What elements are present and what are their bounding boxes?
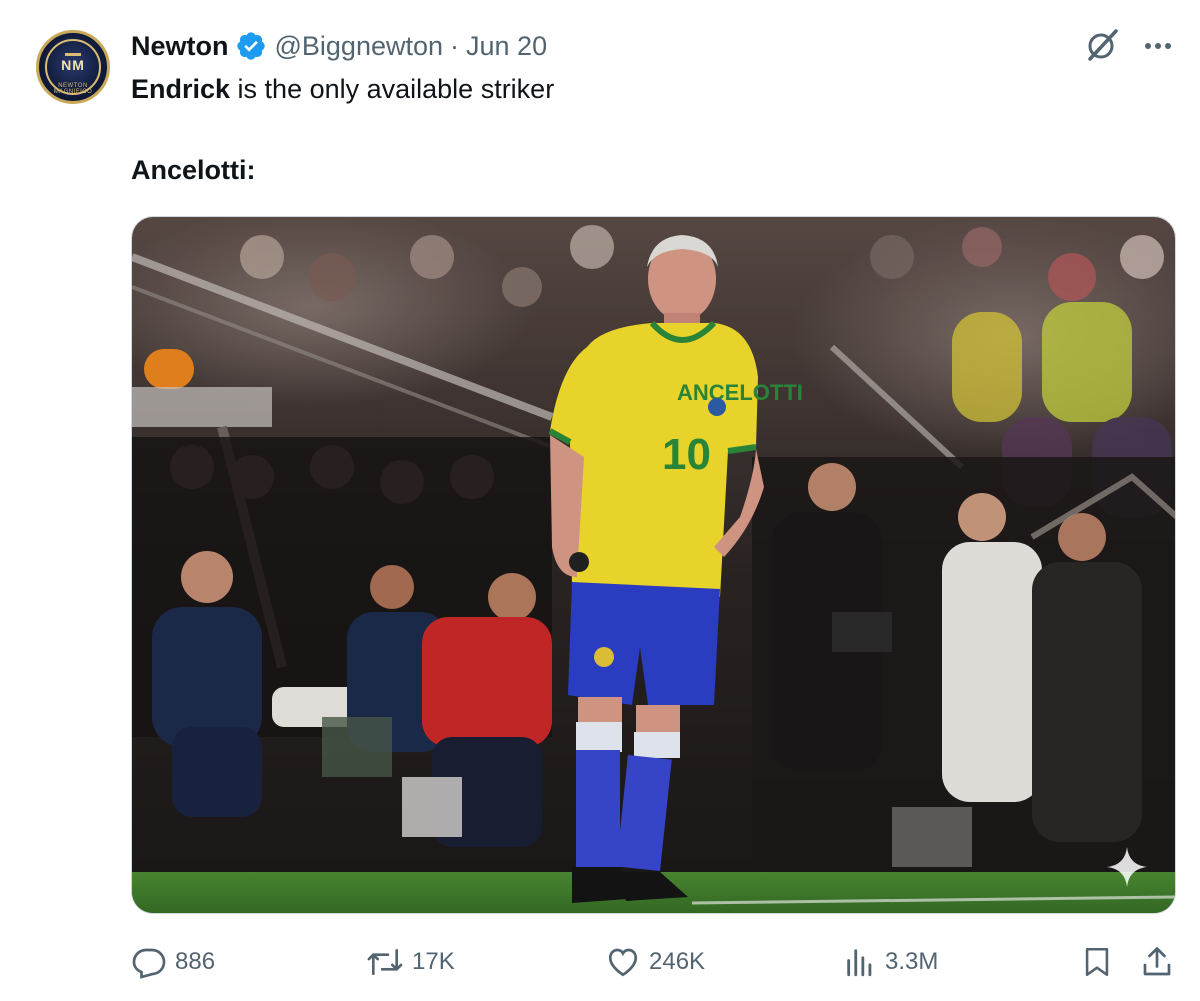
more-icon[interactable]	[1140, 30, 1176, 62]
tweet-header: Newton @Biggnewton · Jun 20	[131, 28, 547, 64]
reply-icon	[132, 948, 166, 979]
verified-badge-icon	[236, 32, 265, 60]
retweet-icon	[367, 948, 403, 976]
like-count: 246K	[649, 948, 706, 975]
tweet-action-bar: 886 17K 246K 3.3M	[0, 932, 1200, 992]
tweet-text-rest: is the only available striker	[230, 74, 555, 104]
share-button[interactable]	[1139, 942, 1183, 982]
retweet-button[interactable]: 17K	[366, 942, 455, 982]
view-count: 3.3M	[885, 948, 939, 975]
retweet-count: 17K	[412, 948, 455, 975]
tweet-text-line-2: Ancelotti:	[131, 155, 256, 185]
tweet-date[interactable]: Jun 20	[466, 31, 547, 62]
user-handle[interactable]: @Biggnewton	[275, 31, 444, 62]
share-icon	[1143, 947, 1171, 976]
views-button[interactable]: 3.3M	[843, 942, 938, 982]
reply-button[interactable]: 886	[131, 942, 215, 982]
separator-dot: ·	[450, 30, 460, 61]
reply-count: 886	[175, 948, 216, 975]
avatar[interactable]: NM NEWTON MAGNIFICO	[36, 30, 110, 104]
like-button[interactable]: 246K	[605, 942, 705, 982]
display-name[interactable]: Newton	[131, 31, 229, 62]
tweet-image[interactable]: ANCELOTTI 10	[131, 216, 1176, 914]
tweet-text-bold: Endrick	[131, 74, 231, 104]
crown-icon	[65, 45, 81, 56]
bookmark-icon	[1085, 947, 1109, 977]
views-icon	[847, 949, 872, 977]
avatar-ring-text: NEWTON MAGNIFICO	[53, 83, 93, 95]
sparkle-icon	[1107, 847, 1147, 887]
bookmark-button[interactable]	[1080, 942, 1122, 982]
grok-icon[interactable]	[1084, 26, 1122, 64]
tweet-text-line-1: Endrick is the only available striker	[131, 74, 554, 105]
photo-ancelotti-pitch: ANCELOTTI 10	[132, 217, 1175, 913]
tweet-card[interactable]: NM NEWTON MAGNIFICO Newton @Biggnewton ·…	[0, 0, 1200, 1001]
heart-icon	[608, 948, 638, 977]
avatar-monogram: NM	[61, 57, 85, 73]
